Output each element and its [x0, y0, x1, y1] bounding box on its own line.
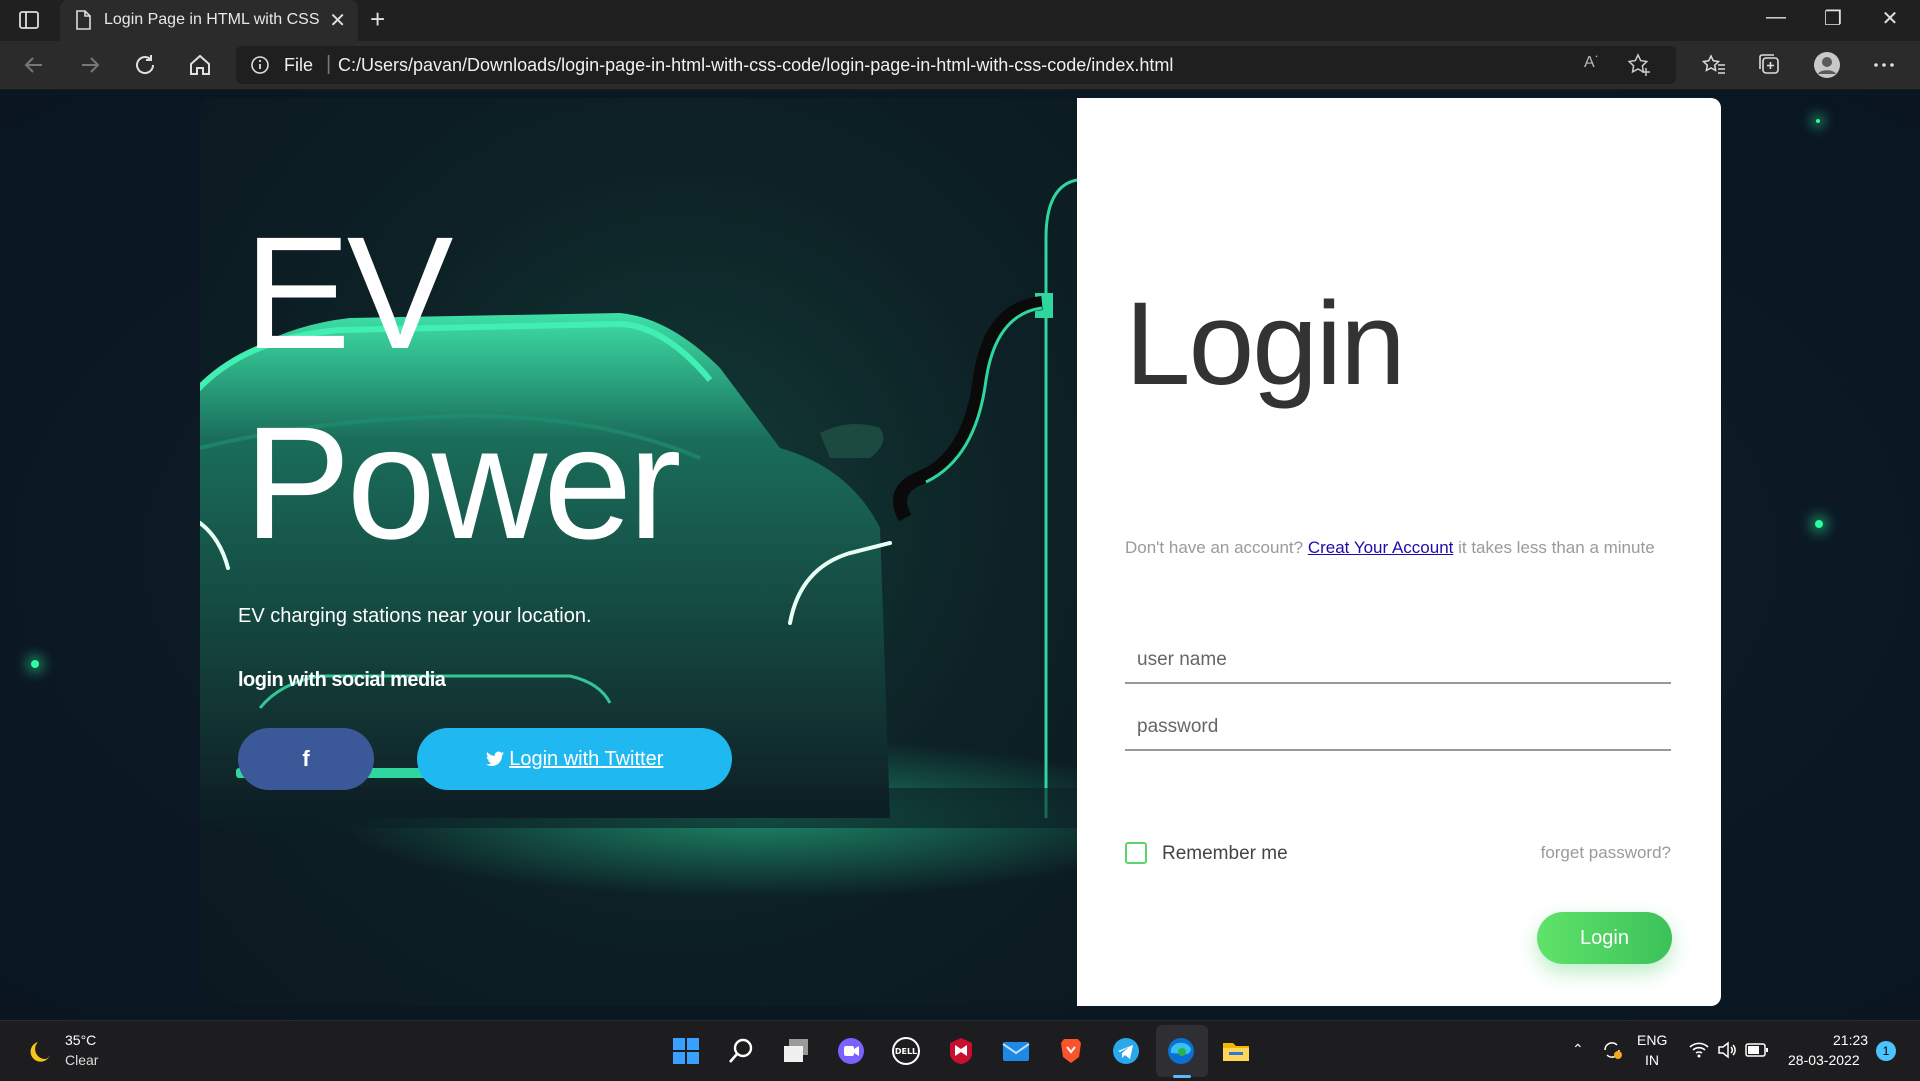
sync-icon[interactable] [1600, 1038, 1624, 1062]
facebook-icon: f [302, 746, 310, 771]
hero-title-line-1: EV [244, 203, 453, 382]
back-icon[interactable] [20, 51, 48, 79]
signup-prompt: Don't have an account? Creat Your Accoun… [1125, 536, 1655, 560]
svg-text:DELL: DELL [895, 1047, 917, 1056]
browser-nav-bar: File | C:/Users/pavan/Downloads/login-pa… [0, 41, 1920, 90]
collections-icon[interactable] [1756, 51, 1784, 79]
hero-title-line-2: Power [244, 393, 682, 572]
edge-browser-icon[interactable] [1165, 1035, 1197, 1067]
password-input[interactable] [1125, 705, 1671, 751]
weather-description[interactable]: Clear [65, 1052, 98, 1068]
volume-icon[interactable] [1716, 1039, 1738, 1061]
document-icon [76, 10, 91, 30]
info-icon[interactable] [250, 55, 270, 75]
profile-avatar-icon[interactable] [1813, 51, 1841, 79]
read-aloud-icon[interactable]: A˙ [1584, 54, 1600, 72]
create-account-link[interactable]: Creat Your Account [1308, 538, 1454, 557]
hero-subtitle: EV charging stations near your location. [238, 605, 592, 627]
hero-panel: EV Power EV charging stations near your … [200, 98, 1077, 1006]
tab-close-button[interactable]: ✕ [329, 8, 346, 33]
active-app-indicator [1173, 1075, 1191, 1078]
battery-icon[interactable] [1745, 1040, 1769, 1060]
remember-me-label: Remember me [1162, 843, 1288, 864]
address-separator: | [326, 53, 332, 75]
show-hidden-icons-icon[interactable]: ⌃ [1572, 1041, 1584, 1058]
address-bar[interactable]: File | C:/Users/pavan/Downloads/login-pa… [236, 46, 1676, 84]
username-input[interactable] [1125, 638, 1671, 684]
signup-prefix: Don't have an account? [1125, 538, 1308, 557]
wifi-icon[interactable] [1688, 1039, 1710, 1061]
glow-dot [31, 660, 39, 668]
home-icon[interactable] [186, 51, 214, 79]
brave-browser-icon[interactable] [1055, 1035, 1087, 1067]
mcafee-icon[interactable] [945, 1035, 977, 1067]
clock-date[interactable]: 28-03-2022 [1788, 1052, 1860, 1068]
twitter-login-button[interactable]: Login with Twitter [417, 728, 732, 790]
new-tab-button[interactable]: + [370, 5, 385, 33]
telegram-icon[interactable] [1110, 1035, 1142, 1067]
twitter-login-label: Login with Twitter [509, 748, 664, 770]
browser-tab[interactable]: Login Page in HTML with CSS Co ✕ [60, 0, 358, 41]
forward-icon[interactable] [76, 51, 104, 79]
login-card: Login Don't have an account? Creat Your … [1077, 98, 1721, 1006]
glow-dot [1815, 520, 1823, 528]
tab-actions-icon[interactable] [18, 10, 40, 30]
weather-temperature[interactable]: 35°C [65, 1032, 96, 1048]
address-protocol: File [284, 55, 314, 75]
mail-icon[interactable] [1000, 1035, 1032, 1067]
windows-taskbar: 35°C Clear DELL ⌃ ENG IN 21:23 28-03-202… [0, 1020, 1920, 1081]
moon-icon[interactable] [28, 1038, 54, 1064]
file-explorer-icon[interactable] [1220, 1035, 1252, 1067]
forgot-password-link[interactable]: forget password? [1541, 843, 1671, 863]
teams-chat-icon[interactable] [835, 1035, 867, 1067]
social-login-label: login with social media [238, 669, 446, 691]
login-heading: Login [1125, 278, 1406, 410]
notification-badge[interactable]: 1 [1876, 1041, 1896, 1061]
more-options-icon[interactable] [1870, 51, 1898, 79]
restore-button[interactable]: ❐ [1805, 6, 1861, 31]
language-region[interactable]: IN [1645, 1052, 1659, 1068]
remember-me-checkbox[interactable] [1125, 842, 1147, 864]
minimize-button[interactable]: — [1748, 6, 1804, 29]
refresh-icon[interactable] [131, 51, 159, 79]
page-background: EV Power EV charging stations near your … [0, 90, 1920, 1020]
login-submit-button[interactable]: Login [1537, 912, 1672, 964]
clock-time[interactable]: 21:23 [1833, 1032, 1868, 1048]
start-icon[interactable] [670, 1035, 702, 1067]
tab-title: Login Page in HTML with CSS Co [104, 11, 324, 28]
language-indicator[interactable]: ENG [1637, 1032, 1667, 1048]
address-url[interactable]: C:/Users/pavan/Downloads/login-page-in-h… [338, 55, 1173, 76]
glow-dot [1816, 119, 1820, 123]
dell-icon[interactable]: DELL [890, 1035, 922, 1067]
signup-suffix: it takes less than a minute [1453, 538, 1655, 557]
close-window-button[interactable]: ✕ [1862, 6, 1918, 31]
task-view-icon[interactable] [780, 1035, 812, 1067]
favorites-icon[interactable] [1700, 51, 1728, 79]
search-icon[interactable] [725, 1035, 757, 1067]
twitter-icon [485, 751, 504, 767]
browser-tab-bar: Login Page in HTML with CSS Co ✕ + — ❐ ✕ [0, 0, 1920, 41]
facebook-login-button[interactable]: f [238, 728, 374, 790]
add-favorite-icon[interactable] [1626, 52, 1652, 78]
hero-title: EV Power [244, 198, 682, 578]
